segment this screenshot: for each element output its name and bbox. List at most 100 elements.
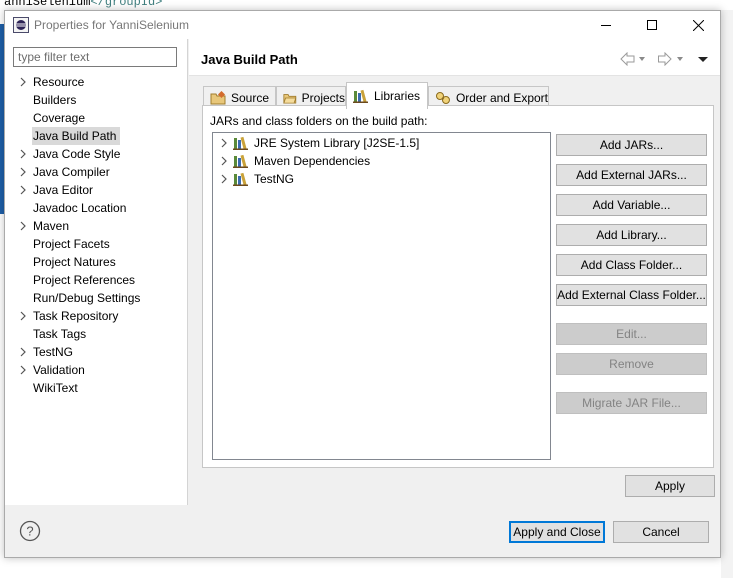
tree-item-label: Javadoc Location (33, 201, 127, 215)
library-icon (233, 172, 248, 186)
code-text: anniSelenium (4, 0, 91, 9)
chevron-right-icon[interactable] (219, 156, 229, 166)
tree-item-testng[interactable]: TestNG (5, 343, 187, 361)
project-folder-icon (283, 93, 297, 104)
tree-item-label: Project Natures (33, 255, 116, 269)
libraries-tree[interactable]: JRE System Library [J2SE-1.5] Maven Depe… (212, 132, 551, 460)
tab-label: Projects (301, 90, 345, 105)
tree-item-coverage[interactable]: Coverage (5, 109, 187, 127)
page-title: Java Build Path (201, 52, 298, 67)
apply-and-close-button[interactable]: Apply and Close (509, 521, 605, 543)
library-label: TestNG (254, 172, 295, 186)
library-item-testng[interactable]: TestNG (213, 170, 550, 188)
tree-item-label: Run/Debug Settings (33, 291, 141, 305)
cancel-button[interactable]: Cancel (613, 521, 709, 543)
tree-item-label: Java Build Path (32, 127, 121, 145)
title-bar: Properties for YanniSelenium (5, 11, 720, 39)
tab-label: Libraries (374, 89, 421, 103)
tree-item-resource[interactable]: Resource (5, 73, 187, 91)
help-icon[interactable]: ? (19, 520, 41, 542)
tree-item-task-repository[interactable]: Task Repository (5, 307, 187, 325)
library-item-maven-dependencies[interactable]: Maven Dependencies (213, 152, 550, 170)
library-icon (233, 154, 248, 168)
tree-item-label: Coverage (33, 111, 86, 125)
add-external-jars-button[interactable]: Add External JARs... (556, 164, 707, 186)
tree-item-label: Builders (33, 93, 77, 107)
minimize-button[interactable] (583, 11, 629, 39)
tree-item-java-editor[interactable]: Java Editor (5, 181, 187, 199)
migrate-jar-button[interactable]: Migrate JAR File... (556, 392, 707, 414)
close-button[interactable] (675, 11, 721, 39)
tree-item-label: TestNG (33, 345, 74, 359)
eclipse-icon (13, 17, 29, 33)
tree-item-java-build-path[interactable]: Java Build Path (5, 127, 187, 145)
chevron-right-icon[interactable] (18, 77, 28, 87)
chevron-right-icon[interactable] (18, 311, 28, 321)
apply-button[interactable]: Apply (625, 475, 715, 497)
tree-item-project-natures[interactable]: Project Natures (5, 253, 187, 271)
editor-scroll-strip (721, 10, 733, 578)
tree-item-project-facets[interactable]: Project Facets (5, 235, 187, 253)
window-title: Properties for YanniSelenium (34, 18, 189, 32)
tab-label: Order and Export (455, 90, 548, 105)
properties-dialog: Properties for YanniSelenium Resource Bu… (4, 10, 721, 558)
back-arrow-icon[interactable] (620, 52, 648, 66)
chevron-right-icon[interactable] (18, 365, 28, 375)
library-icon (353, 89, 368, 103)
chevron-right-icon[interactable] (18, 185, 28, 195)
library-icon (233, 136, 248, 150)
tree-item-label: Task Repository (33, 309, 119, 323)
tree-item-label: WikiText (33, 381, 78, 395)
order-export-icon (435, 91, 450, 104)
tree-item-run-debug-settings[interactable]: Run/Debug Settings (5, 289, 187, 307)
maximize-icon (647, 20, 657, 30)
library-item-jre-system-library[interactable]: JRE System Library [J2SE-1.5] (213, 134, 550, 152)
chevron-right-icon[interactable] (219, 138, 229, 148)
filter-input[interactable] (13, 47, 177, 67)
code-tag: </groupId> (90, 0, 163, 9)
tree-item-label: Resource (33, 75, 85, 89)
add-class-folder-button[interactable]: Add Class Folder... (556, 254, 707, 276)
tab-label: Source (231, 90, 270, 105)
edit-button[interactable]: Edit... (556, 323, 707, 345)
property-page: Java Build Path Source Projects Librarie… (189, 39, 720, 505)
tree-item-java-compiler[interactable]: Java Compiler (5, 163, 187, 181)
tree-item-wikitext[interactable]: WikiText (5, 379, 187, 397)
chevron-right-icon[interactable] (18, 167, 28, 177)
tree-item-label: Java Compiler (33, 165, 110, 179)
view-menu-icon[interactable] (696, 52, 710, 66)
add-variable-button[interactable]: Add Variable... (556, 194, 707, 216)
page-header: Java Build Path (189, 39, 720, 76)
svg-text:?: ? (26, 524, 33, 539)
forward-arrow-icon[interactable] (658, 52, 686, 66)
tree-item-javadoc-location[interactable]: Javadoc Location (5, 199, 187, 217)
tree-item-java-code-style[interactable]: Java Code Style (5, 145, 187, 163)
tree-item-maven[interactable]: Maven (5, 217, 187, 235)
tree-item-label: Project References (33, 273, 136, 287)
source-folder-icon (210, 90, 226, 104)
library-label: JRE System Library [J2SE-1.5] (254, 136, 420, 150)
tab-libraries[interactable]: Libraries (346, 82, 428, 109)
close-icon (692, 19, 704, 31)
add-external-class-folder-button[interactable]: Add External Class Folder... (556, 284, 707, 306)
tree-item-label: Java Editor (33, 183, 94, 197)
add-library-button[interactable]: Add Library... (556, 224, 707, 246)
chevron-right-icon[interactable] (18, 347, 28, 357)
chevron-right-icon[interactable] (219, 174, 229, 184)
libraries-description: JARs and class folders on the build path… (210, 114, 428, 128)
tree-item-project-references[interactable]: Project References (5, 271, 187, 289)
tree-item-validation[interactable]: Validation (5, 361, 187, 379)
tree-item-builders[interactable]: Builders (5, 91, 187, 109)
chevron-right-icon[interactable] (18, 149, 28, 159)
remove-button[interactable]: Remove (556, 353, 707, 375)
tree-item-label: Java Code Style (33, 147, 121, 161)
chevron-right-icon[interactable] (18, 221, 28, 231)
properties-tree: Resource Builders Coverage Java Build Pa… (5, 73, 187, 397)
tree-item-task-tags[interactable]: Task Tags (5, 325, 187, 343)
dialog-footer: ? Apply and Close Cancel (5, 505, 720, 557)
tree-item-label: Task Tags (33, 327, 87, 341)
add-jars-button[interactable]: Add JARs... (556, 134, 707, 156)
maximize-button[interactable] (629, 11, 675, 39)
tree-item-label: Project Facets (33, 237, 110, 251)
minimize-icon (601, 25, 611, 26)
